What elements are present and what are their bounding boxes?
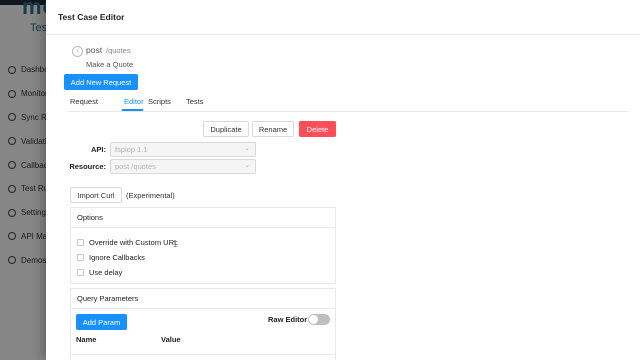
toggle-knob (309, 315, 318, 324)
active-tab-indicator (122, 109, 143, 111)
tab-editor[interactable]: Editor (124, 97, 144, 106)
resource-select-value: post /quotes (115, 162, 156, 171)
request-description: Make a Quote (86, 60, 134, 69)
column-header-name: Name (76, 335, 97, 344)
text-cursor-icon: ⌶ (173, 240, 178, 249)
ignore-callbacks-checkbox[interactable] (77, 254, 84, 261)
column-header-value: Value (161, 335, 181, 344)
raw-editor-label: Raw Editor (268, 315, 308, 324)
override-custom-url-label: Override with Custom URL (89, 238, 179, 247)
chevron-down-icon: ⌄ (244, 162, 250, 169)
options-card: Options Override with Custom URL Ignore … (70, 207, 336, 284)
chevron-right-circle-icon[interactable]: › (72, 46, 83, 57)
table-divider (70, 354, 336, 355)
ignore-callbacks-label: Ignore Callbacks (89, 253, 145, 262)
query-parameters-title: Query Parameters (71, 289, 335, 309)
add-param-button[interactable]: Add Param (76, 314, 127, 330)
options-title: Options (71, 208, 335, 228)
api-label: API: (91, 145, 106, 154)
editor-tabs: Request Editor Scripts Tests (68, 93, 628, 112)
override-custom-url-option[interactable]: Override with Custom URL (77, 238, 178, 247)
delete-button[interactable]: Delete (299, 121, 336, 137)
request-method: post (86, 45, 103, 55)
drawer-header: Test Case Editor (46, 0, 640, 35)
tab-scripts[interactable]: Scripts (148, 97, 171, 106)
duplicate-button[interactable]: Duplicate (203, 121, 249, 137)
resource-select[interactable]: post /quotes ⌄ (110, 159, 256, 174)
api-select[interactable]: fspiop 1.1 ⌄ (110, 142, 256, 157)
drawer-title: Test Case Editor (58, 12, 125, 22)
api-select-value: fspiop 1.1 (115, 145, 148, 154)
import-curl-button[interactable]: Import Curl (70, 187, 122, 203)
use-delay-checkbox[interactable] (77, 269, 84, 276)
experimental-note: (Experimental) (126, 191, 175, 200)
resource-label: Resource: (69, 162, 106, 171)
request-path: /quotes (106, 46, 131, 55)
add-new-request-button[interactable]: Add New Request (64, 74, 138, 90)
raw-editor-toggle[interactable] (308, 314, 330, 325)
ignore-callbacks-option[interactable]: Ignore Callbacks (77, 253, 145, 262)
override-custom-url-checkbox[interactable] (77, 239, 84, 246)
chevron-down-icon: ⌄ (244, 145, 250, 152)
tab-tests[interactable]: Tests (186, 97, 204, 106)
tab-request[interactable]: Request (70, 97, 98, 106)
use-delay-label: Use delay (89, 268, 123, 277)
rename-button[interactable]: Rename (252, 121, 294, 137)
use-delay-option[interactable]: Use delay (77, 268, 122, 277)
